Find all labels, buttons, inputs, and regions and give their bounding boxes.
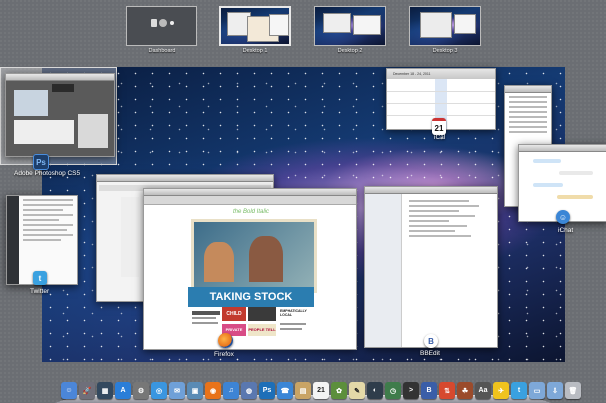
document-thumbnail bbox=[14, 90, 48, 116]
app-store-icon[interactable]: A bbox=[115, 382, 131, 399]
finder-icon[interactable]: ☺ bbox=[61, 382, 77, 399]
preview-icon[interactable]: ▣ bbox=[187, 382, 203, 399]
twitter-sidebar bbox=[7, 196, 19, 284]
masthead: the Bold Italic bbox=[232, 209, 270, 215]
iphoto-icon[interactable]: ✿ bbox=[331, 382, 347, 399]
thumb-window bbox=[353, 15, 381, 35]
twitter-app-icon[interactable]: t bbox=[33, 271, 47, 285]
clock-widget-icon bbox=[159, 19, 167, 27]
thumb-window bbox=[420, 12, 452, 38]
terminal-icon[interactable]: > bbox=[403, 382, 419, 399]
promo-image bbox=[248, 307, 276, 321]
photoshop-app-icon[interactable]: Ps bbox=[33, 154, 49, 170]
mission-control-icon[interactable]: ▦ bbox=[97, 382, 113, 399]
space-label-desktop-2: Desktop 2 bbox=[337, 48, 363, 54]
photoshop-window[interactable] bbox=[5, 73, 115, 157]
ical-label: iCal bbox=[434, 134, 446, 141]
photoshop-window-group[interactable]: Ps bbox=[0, 67, 117, 170]
transmit-icon[interactable]: ⇅ bbox=[439, 382, 455, 399]
photoshop-label: Adobe Photoshop CS5 bbox=[14, 170, 81, 177]
ichat-label: iChat bbox=[558, 227, 574, 234]
ical-header: December 18 - 24, 2011 bbox=[387, 69, 495, 79]
bbedit-app-icon[interactable]: B bbox=[424, 334, 438, 348]
tag-emphatically-local[interactable]: EMPHATICALLY LOCAL bbox=[280, 309, 310, 321]
tag-child[interactable]: CHILD bbox=[222, 307, 246, 321]
firefox-label: Firefox bbox=[214, 351, 234, 358]
system-preferences-icon[interactable]: ⚙ bbox=[133, 382, 149, 399]
ichat-app-icon[interactable]: ☺ bbox=[556, 210, 570, 224]
safari-icon[interactable]: ◎ bbox=[151, 382, 167, 399]
hero-image bbox=[191, 219, 317, 293]
ical-icon[interactable]: 21 bbox=[313, 382, 329, 399]
firefox-toolbar bbox=[144, 196, 356, 205]
space-desktop-1[interactable] bbox=[219, 6, 291, 46]
activity-monitor-icon[interactable]: ◐ bbox=[367, 382, 383, 399]
firefox-app-icon[interactable] bbox=[218, 333, 233, 348]
space-label-dashboard: Dashboard bbox=[148, 48, 176, 54]
ical-app-icon[interactable]: 21 bbox=[432, 118, 446, 135]
downloads-icon[interactable]: ⇩ bbox=[547, 382, 563, 399]
notes-icon[interactable]: ▤ bbox=[295, 382, 311, 399]
firefox-window[interactable]: the Bold Italic TAKING STOCK CHILD PRIVA… bbox=[143, 188, 357, 350]
space-desktop-3[interactable] bbox=[409, 6, 481, 46]
itunes-icon[interactable]: ♫ bbox=[223, 382, 239, 399]
space-label-desktop-3: Desktop 3 bbox=[432, 48, 458, 54]
person-figure bbox=[204, 242, 234, 282]
trash-icon[interactable]: 🗑 bbox=[565, 382, 581, 399]
firefox-icon[interactable]: ◉ bbox=[205, 382, 221, 399]
space-dashboard[interactable] bbox=[126, 6, 197, 46]
facetime-icon[interactable]: ☎ bbox=[277, 382, 293, 399]
mail-icon[interactable]: ✉ bbox=[169, 382, 185, 399]
thumb-window bbox=[323, 13, 351, 33]
launchpad-icon[interactable]: 🚀 bbox=[79, 382, 95, 399]
network-icon[interactable]: ◍ bbox=[241, 382, 257, 399]
tweetie-icon[interactable]: ✈ bbox=[493, 382, 509, 399]
thumb-window bbox=[269, 14, 289, 36]
bbedit-label: BBEdit bbox=[420, 350, 440, 357]
coda-icon[interactable]: ☘ bbox=[457, 382, 473, 399]
textedit-icon[interactable]: ✎ bbox=[349, 382, 365, 399]
headline[interactable]: TAKING STOCK bbox=[188, 287, 314, 307]
bbedit-sidebar bbox=[365, 194, 402, 347]
document-canvas bbox=[14, 120, 74, 144]
space-label-desktop-1: Desktop 1 bbox=[242, 48, 268, 54]
weather-widget-icon bbox=[170, 21, 174, 25]
dock: ☺ 🚀 ▦ A ⚙ ◎ ✉ ▣ ◉ ♫ ◍ Ps ☎ ▤ 21 ✿ ✎ ◐ ◷ > B ⇅ ☘ Aa ✈ t ▭ ⇩ 🗑 bbox=[55, 375, 581, 403]
time-machine-icon[interactable]: ◷ bbox=[385, 382, 401, 399]
dictionary-icon[interactable]: Aa bbox=[475, 382, 491, 399]
toolbar bbox=[52, 84, 74, 92]
bbedit-icon[interactable]: B bbox=[421, 382, 437, 399]
bbedit-window[interactable] bbox=[364, 186, 498, 348]
dock-icons: ☺ 🚀 ▦ A ⚙ ◎ ✉ ▣ ◉ ♫ ◍ Ps ☎ ▤ 21 ✿ ✎ ◐ ◷ > B ⇅ ☘ Aa ✈ t ▭ ⇩ 🗑 bbox=[61, 382, 581, 399]
content-column bbox=[121, 197, 139, 277]
widget-icon bbox=[151, 19, 157, 27]
twitter-icon[interactable]: t bbox=[511, 382, 527, 399]
photoshop-icon[interactable]: Ps bbox=[259, 382, 275, 399]
panel bbox=[78, 114, 108, 148]
person-figure bbox=[249, 236, 283, 282]
thumb-window bbox=[454, 14, 476, 34]
folder-icon[interactable]: ▭ bbox=[529, 382, 545, 399]
tag-people-tell[interactable]: PEOPLE TELL bbox=[248, 324, 276, 336]
space-desktop-2[interactable] bbox=[314, 6, 386, 46]
twitter-label: Twitter bbox=[30, 288, 50, 295]
